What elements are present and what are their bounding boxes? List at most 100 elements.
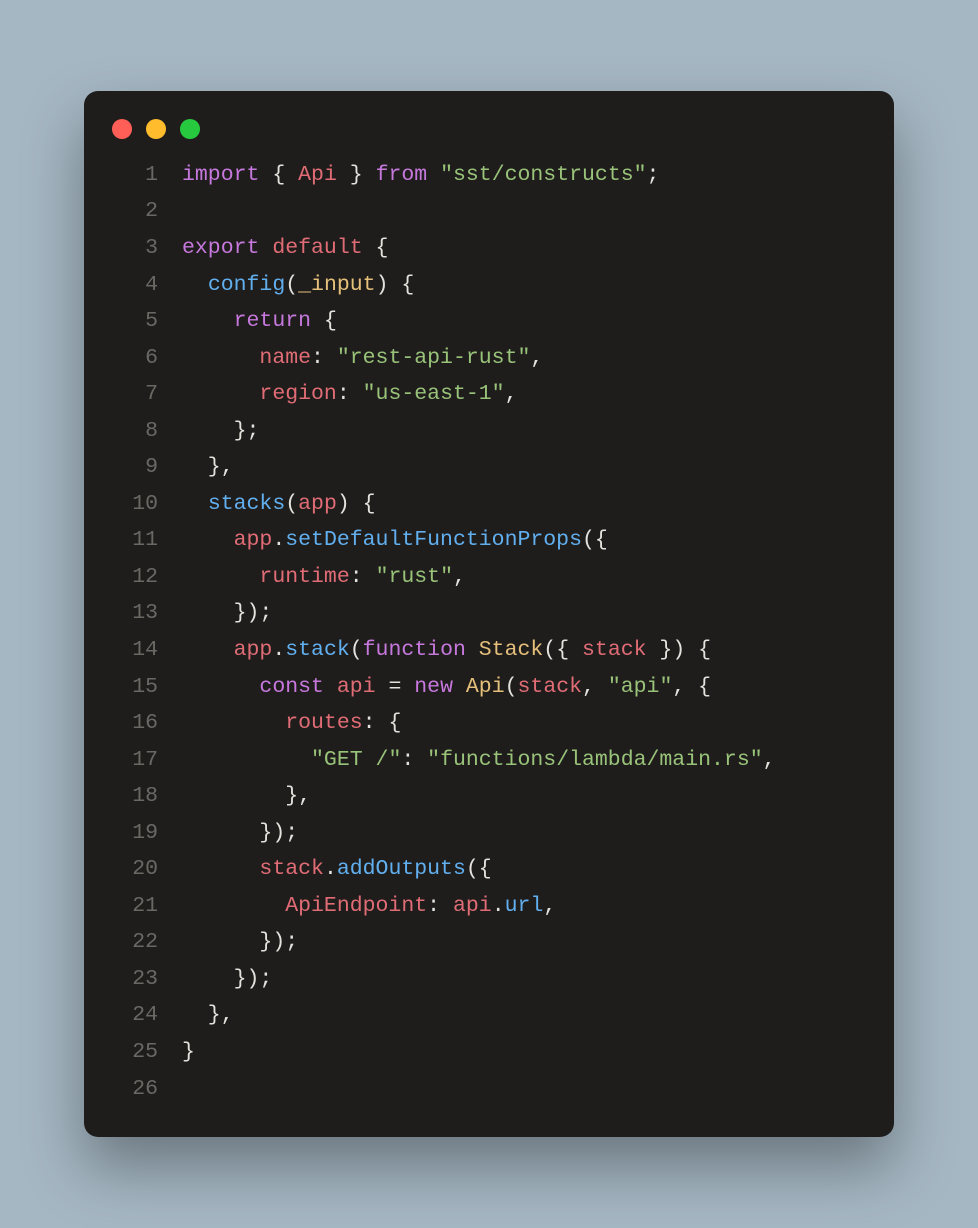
code-line[interactable]: 4 config(_input) { <box>110 267 868 304</box>
code-line[interactable]: 18 }, <box>110 778 868 815</box>
token-punct <box>182 382 259 406</box>
token-str: "GET /" <box>311 748 401 772</box>
token-punct <box>182 675 259 699</box>
line-number: 21 <box>110 888 182 925</box>
code-content[interactable]: }); <box>182 924 868 961</box>
code-line[interactable]: 26 <box>110 1071 868 1108</box>
code-content[interactable]: }; <box>182 413 868 450</box>
code-content[interactable]: ApiEndpoint: api.url, <box>182 888 868 925</box>
code-content[interactable]: return { <box>182 303 868 340</box>
code-content[interactable]: name: "rest-api-rust", <box>182 340 868 377</box>
line-number: 6 <box>110 340 182 377</box>
code-line[interactable]: 23 }); <box>110 961 868 998</box>
token-punct: ( <box>285 492 298 516</box>
code-line[interactable]: 11 app.setDefaultFunctionProps({ <box>110 522 868 559</box>
code-line[interactable]: 15 const api = new Api(stack, "api", { <box>110 669 868 706</box>
token-punct: : <box>311 346 337 370</box>
token-ident: Api <box>298 163 337 187</box>
token-punct <box>182 857 259 881</box>
token-punct: : <box>337 382 363 406</box>
token-punct: }); <box>182 930 298 954</box>
code-content[interactable]: app.stack(function Stack({ stack }) { <box>182 632 868 669</box>
code-line[interactable]: 14 app.stack(function Stack({ stack }) { <box>110 632 868 669</box>
token-punct <box>182 711 285 735</box>
token-classname: Stack <box>479 638 544 662</box>
code-content[interactable]: routes: { <box>182 705 868 742</box>
token-punct: , <box>763 748 776 772</box>
token-kw-function: function <box>363 638 479 662</box>
stage: 1import { Api } from "sst/constructs";23… <box>0 0 978 1228</box>
token-punct: }; <box>182 419 259 443</box>
code-line[interactable]: 24 }, <box>110 997 868 1034</box>
token-dot: . <box>324 857 337 881</box>
token-kw-const: const <box>259 675 336 699</box>
code-content[interactable]: app.setDefaultFunctionProps({ <box>182 522 868 559</box>
line-number: 14 <box>110 632 182 669</box>
token-punct: ({ <box>466 857 492 881</box>
token-var: api <box>337 675 376 699</box>
token-dot: . <box>272 528 285 552</box>
code-window: 1import { Api } from "sst/constructs";23… <box>84 91 894 1137</box>
code-line[interactable]: 3export default { <box>110 230 868 267</box>
token-fn: setDefaultFunctionProps <box>285 528 582 552</box>
code-content[interactable]: export default { <box>182 230 868 267</box>
code-line[interactable]: 1import { Api } from "sst/constructs"; <box>110 157 868 194</box>
code-line[interactable]: 2 <box>110 193 868 230</box>
code-content[interactable]: }, <box>182 997 868 1034</box>
code-content[interactable]: }); <box>182 815 868 852</box>
token-prop: routes <box>285 711 362 735</box>
line-number: 8 <box>110 413 182 450</box>
code-line[interactable]: 19 }); <box>110 815 868 852</box>
code-content[interactable]: import { Api } from "sst/constructs"; <box>182 157 868 194</box>
code-line[interactable]: 5 return { <box>110 303 868 340</box>
token-punct <box>182 528 234 552</box>
code-content[interactable]: "GET /": "functions/lambda/main.rs", <box>182 742 868 779</box>
line-number: 13 <box>110 595 182 632</box>
code-line[interactable]: 6 name: "rest-api-rust", <box>110 340 868 377</box>
code-content[interactable]: const api = new Api(stack, "api", { <box>182 669 868 706</box>
token-var: app <box>298 492 337 516</box>
code-line[interactable]: 10 stacks(app) { <box>110 486 868 523</box>
code-line[interactable]: 21 ApiEndpoint: api.url, <box>110 888 868 925</box>
zoom-icon[interactable] <box>180 119 200 139</box>
code-content[interactable]: }); <box>182 595 868 632</box>
code-content[interactable]: }, <box>182 449 868 486</box>
token-punct: ( <box>350 638 363 662</box>
window-titlebar <box>110 113 868 157</box>
code-content[interactable]: region: "us-east-1", <box>182 376 868 413</box>
code-line[interactable]: 22 }); <box>110 924 868 961</box>
token-punct: ) { <box>376 273 415 297</box>
token-str: "rest-api-rust" <box>337 346 531 370</box>
code-line[interactable]: 12 runtime: "rust", <box>110 559 868 596</box>
code-line[interactable]: 17 "GET /": "functions/lambda/main.rs", <box>110 742 868 779</box>
code-line[interactable]: 13 }); <box>110 595 868 632</box>
token-brace: } <box>337 163 376 187</box>
code-line[interactable]: 16 routes: { <box>110 705 868 742</box>
token-kw-return: return <box>234 309 324 333</box>
line-number: 4 <box>110 267 182 304</box>
code-line[interactable]: 20 stack.addOutputs({ <box>110 851 868 888</box>
token-fn: stacks <box>208 492 285 516</box>
code-line[interactable]: 7 region: "us-east-1", <box>110 376 868 413</box>
code-content[interactable]: config(_input) { <box>182 267 868 304</box>
code-content[interactable]: } <box>182 1034 868 1071</box>
code-line[interactable]: 9 }, <box>110 449 868 486</box>
line-number: 26 <box>110 1071 182 1108</box>
code-line[interactable]: 8 }; <box>110 413 868 450</box>
token-kw-new: new <box>414 675 466 699</box>
token-brace: { <box>324 309 337 333</box>
code-editor[interactable]: 1import { Api } from "sst/constructs";23… <box>110 157 868 1107</box>
token-punct: , <box>582 675 608 699</box>
code-line[interactable]: 25} <box>110 1034 868 1071</box>
close-icon[interactable] <box>112 119 132 139</box>
line-number: 15 <box>110 669 182 706</box>
token-punct: , <box>543 894 556 918</box>
line-number: 10 <box>110 486 182 523</box>
code-content[interactable]: stack.addOutputs({ <box>182 851 868 888</box>
code-content[interactable]: runtime: "rust", <box>182 559 868 596</box>
code-content[interactable]: }, <box>182 778 868 815</box>
minimize-icon[interactable] <box>146 119 166 139</box>
code-content[interactable]: }); <box>182 961 868 998</box>
token-prop: runtime <box>259 565 349 589</box>
code-content[interactable]: stacks(app) { <box>182 486 868 523</box>
